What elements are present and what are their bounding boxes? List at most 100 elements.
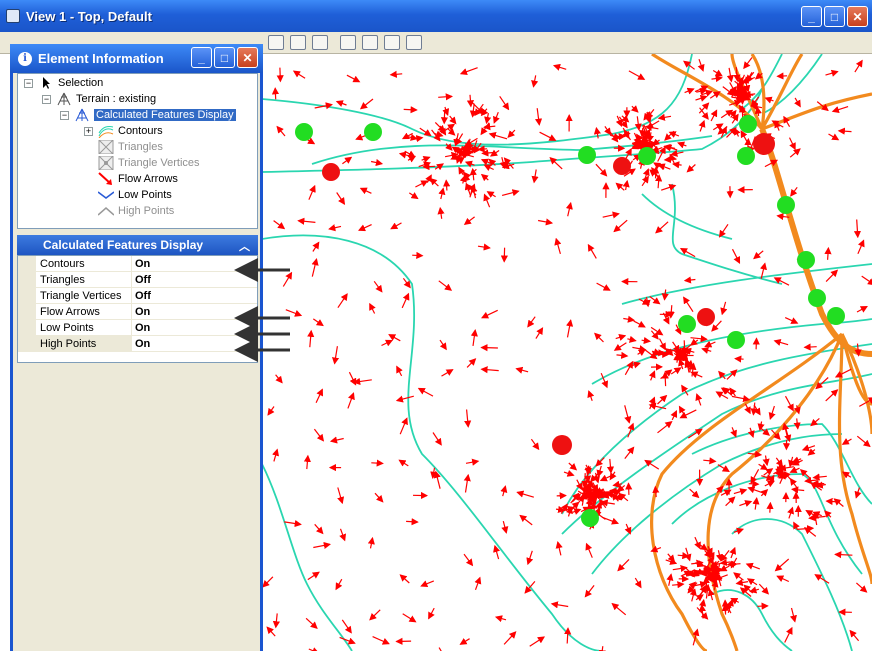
flow-arrow <box>463 553 474 567</box>
close-button[interactable]: ✕ <box>847 6 868 27</box>
minimize-button[interactable]: _ <box>801 6 822 27</box>
flow-arrow <box>834 368 852 378</box>
tree-item-calculated-features[interactable]: − Calculated Features Display <box>60 107 236 123</box>
view-tool-icon-2[interactable] <box>290 35 306 50</box>
collapse-icon[interactable]: − <box>24 78 33 88</box>
flow-arrow <box>730 427 737 438</box>
flow-arrow <box>701 346 712 354</box>
flow-arrow <box>801 444 816 452</box>
flow-arrow <box>595 163 608 177</box>
terrain-map <box>262 54 872 651</box>
flow-arrow <box>768 405 776 420</box>
flow-arrow <box>715 572 723 587</box>
flow-arrow <box>812 511 820 526</box>
tree-item-triangle-vertices[interactable]: Triangle Vertices <box>98 155 200 171</box>
view-tool-icon-1[interactable] <box>268 35 284 50</box>
flow-arrow <box>483 193 491 208</box>
flow-arrow <box>731 395 751 403</box>
tree-item-triangles[interactable]: Triangles <box>98 139 163 155</box>
flow-arrow <box>778 464 794 472</box>
property-row-triangles[interactable]: Triangles Off <box>18 272 257 288</box>
flow-arrow <box>710 109 718 122</box>
flow-arrow <box>399 417 408 435</box>
flow-arrow <box>332 346 340 365</box>
property-row-contours[interactable]: Contours On <box>18 256 257 272</box>
flow-arrow <box>667 305 675 319</box>
high-point <box>322 163 340 181</box>
flow-arrow <box>784 317 799 324</box>
flow-arrow <box>469 103 477 118</box>
flow-arrow <box>733 572 744 581</box>
view-tool-icon-6[interactable] <box>384 35 400 50</box>
property-row-flow-arrows[interactable]: Flow Arrows On <box>18 304 257 320</box>
property-value[interactable]: On <box>131 304 257 319</box>
flow-arrow <box>698 119 706 132</box>
property-value[interactable]: On <box>131 256 257 271</box>
tree-item-flow-arrows[interactable]: Flow Arrows <box>98 171 178 187</box>
flow-arrow <box>441 369 454 377</box>
view-tool-icon-3[interactable] <box>312 35 328 50</box>
flow-arrow <box>584 585 595 598</box>
flow-arrow <box>493 544 500 560</box>
flow-arrow <box>412 251 424 259</box>
flow-arrow <box>449 115 457 125</box>
flow-arrow <box>613 219 628 233</box>
view-tool-icon-4[interactable] <box>340 35 356 50</box>
collapse-icon[interactable]: − <box>42 94 51 104</box>
tree-item-selection[interactable]: − Selection <box>24 75 103 91</box>
info-icon: i <box>18 51 32 66</box>
flow-arrow <box>297 217 316 225</box>
tree-item-low-points[interactable]: Low Points <box>97 187 172 203</box>
maximize-button[interactable]: □ <box>824 6 845 27</box>
flow-arrow <box>634 577 642 589</box>
flow-arrow <box>775 457 784 467</box>
flow-arrow <box>438 280 453 291</box>
flow-arrow <box>803 343 817 351</box>
property-value[interactable]: Off <box>131 272 257 287</box>
tree-item-terrain[interactable]: − Terrain : existing <box>42 91 156 107</box>
flow-arrow <box>469 167 477 181</box>
flow-arrow <box>624 360 634 376</box>
property-row-triangle-vertices[interactable]: Triangle Vertices Off <box>18 288 257 304</box>
filter-icon[interactable] <box>362 35 378 50</box>
flow-arrow <box>774 558 790 572</box>
expand-icon[interactable]: + <box>84 126 93 136</box>
flow-arrow <box>443 179 451 191</box>
property-row-high-points[interactable]: High Points On <box>18 336 257 352</box>
property-value[interactable]: On <box>131 336 257 351</box>
collapse-icon[interactable]: − <box>60 110 69 120</box>
flow-arrow <box>628 70 646 80</box>
flow-arrow <box>641 336 651 345</box>
flow-arrow <box>464 182 472 196</box>
collapse-chevron-icon[interactable]: ︿ <box>239 238 250 254</box>
tree-item-contours[interactable]: + Contours <box>84 123 163 139</box>
flow-arrow <box>359 98 374 110</box>
property-row-low-points[interactable]: Low Points On <box>18 320 257 336</box>
flow-arrow <box>734 127 741 137</box>
flow-arrow <box>627 335 637 343</box>
high-point <box>613 157 631 175</box>
flow-arrow <box>342 156 353 165</box>
property-name: Low Points <box>40 321 94 334</box>
flow-arrow <box>701 89 714 97</box>
high-point <box>552 435 572 455</box>
panel-close-button[interactable]: ✕ <box>237 47 258 68</box>
flow-arrow <box>784 626 793 643</box>
panel-maximize-button[interactable]: □ <box>214 47 235 68</box>
flow-arrow <box>466 358 477 368</box>
flow-arrow <box>717 464 730 473</box>
property-value[interactable]: Off <box>131 288 257 303</box>
tree-item-high-points[interactable]: High Points <box>97 203 174 219</box>
panel-minimize-button[interactable]: _ <box>191 47 212 68</box>
terrain-map-canvas[interactable] <box>262 54 872 651</box>
property-value[interactable]: On <box>131 320 257 335</box>
view-tool-icon-7[interactable] <box>406 35 422 50</box>
flow-arrow <box>684 87 695 95</box>
flow-arrow <box>458 166 466 176</box>
flow-arrow <box>484 112 492 125</box>
flow-arrow <box>664 144 678 152</box>
flow-arrow <box>312 318 324 327</box>
section-header-calculated-features[interactable]: Calculated Features Display ︿ <box>17 235 258 255</box>
flow-arrow <box>719 558 731 566</box>
flow-arrow <box>729 109 737 118</box>
